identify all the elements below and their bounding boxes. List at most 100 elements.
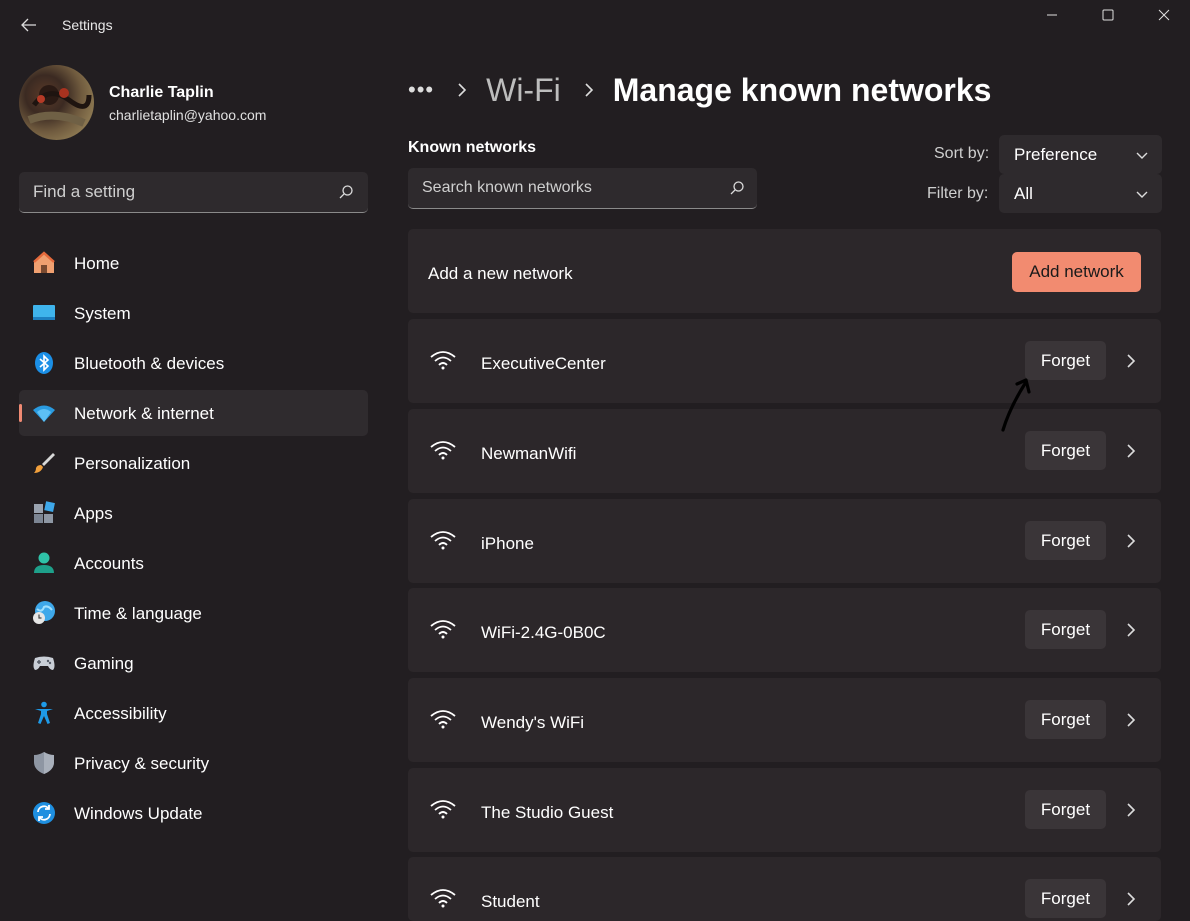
chevron-right-icon[interactable] bbox=[1125, 354, 1137, 368]
known-networks-label: Known networks bbox=[408, 139, 537, 156]
sidebar-item-label: Home bbox=[74, 254, 120, 273]
sidebar-item-label: Apps bbox=[74, 504, 113, 523]
chevron-down-icon bbox=[1136, 152, 1148, 159]
network-row[interactable]: ExecutiveCenter Forget bbox=[408, 319, 1161, 403]
minimize-button[interactable] bbox=[1024, 0, 1080, 30]
chevron-down-icon bbox=[1136, 191, 1148, 198]
annotation-arrow-icon bbox=[1001, 378, 1031, 432]
chevron-right-icon[interactable] bbox=[1125, 534, 1137, 548]
sidebar-item-network[interactable]: Network & internet bbox=[19, 390, 368, 436]
sidebar-item-label: Bluetooth & devices bbox=[74, 354, 225, 373]
sort-by-label: Sort by: bbox=[934, 145, 990, 162]
wifi-icon bbox=[430, 441, 456, 460]
accounts-icon bbox=[34, 552, 54, 573]
title-bar: Settings bbox=[0, 0, 1190, 50]
update-icon bbox=[33, 802, 55, 824]
forget-button[interactable]: Forget bbox=[1025, 610, 1106, 649]
accessibility-icon bbox=[35, 701, 53, 724]
sidebar-item-system[interactable]: System bbox=[19, 290, 368, 336]
system-icon bbox=[33, 305, 55, 320]
known-networks-search-input[interactable] bbox=[408, 168, 757, 208]
network-name: Student bbox=[481, 892, 540, 911]
active-indicator bbox=[19, 404, 22, 422]
time-language-icon bbox=[33, 601, 55, 624]
sidebar-item-accessibility[interactable]: Accessibility bbox=[19, 690, 368, 736]
sidebar-item-label: Network & internet bbox=[74, 404, 214, 423]
minimize-icon bbox=[1047, 14, 1057, 16]
forget-button[interactable]: Forget bbox=[1025, 879, 1106, 918]
profile-email: charlietaplin@yahoo.com bbox=[109, 107, 267, 123]
network-row[interactable]: WiFi-2.4G-0B0C Forget bbox=[408, 588, 1161, 672]
close-icon bbox=[1158, 9, 1170, 21]
wifi-icon bbox=[430, 620, 456, 639]
brush-icon bbox=[34, 453, 55, 473]
network-row[interactable]: Wendy's WiFi Forget bbox=[408, 678, 1161, 762]
shield-icon bbox=[34, 752, 54, 774]
sidebar-item-label: Privacy & security bbox=[74, 754, 210, 773]
network-name: WiFi-2.4G-0B0C bbox=[481, 623, 606, 642]
network-name: iPhone bbox=[481, 534, 534, 553]
chevron-right-icon bbox=[458, 83, 467, 97]
sidebar-item-apps[interactable]: Apps bbox=[19, 490, 368, 536]
sidebar-item-time-language[interactable]: Time & language bbox=[19, 590, 368, 636]
chevron-right-icon[interactable] bbox=[1125, 892, 1137, 906]
network-name: NewmanWifi bbox=[481, 444, 577, 463]
forget-button[interactable]: Forget bbox=[1025, 790, 1106, 829]
wifi-icon bbox=[430, 800, 456, 819]
home-icon bbox=[33, 251, 55, 273]
network-row[interactable]: iPhone Forget bbox=[408, 499, 1161, 583]
close-button[interactable] bbox=[1136, 0, 1190, 30]
sidebar-item-privacy-security[interactable]: Privacy & security bbox=[19, 740, 368, 786]
chevron-right-icon[interactable] bbox=[1125, 444, 1137, 458]
network-row[interactable]: NewmanWifi Forget bbox=[408, 409, 1161, 493]
maximize-icon bbox=[1102, 9, 1114, 21]
sidebar-item-label: Accessibility bbox=[74, 704, 167, 723]
add-network-text: Add a new network bbox=[428, 264, 573, 283]
known-networks-search[interactable] bbox=[408, 168, 757, 209]
forget-button[interactable]: Forget bbox=[1025, 700, 1106, 739]
network-row[interactable]: The Studio Guest Forget bbox=[408, 768, 1161, 852]
avatar bbox=[19, 65, 94, 140]
filter-by-label: Filter by: bbox=[927, 185, 989, 202]
wifi-icon bbox=[430, 710, 456, 729]
settings-search[interactable] bbox=[19, 172, 368, 213]
search-icon[interactable] bbox=[338, 184, 354, 200]
sidebar-item-gaming[interactable]: Gaming bbox=[19, 640, 368, 686]
network-name: ExecutiveCenter bbox=[481, 354, 606, 373]
sidebar-item-personalization[interactable]: Personalization bbox=[19, 440, 368, 486]
bluetooth-icon bbox=[35, 352, 53, 374]
sidebar-item-home[interactable]: Home bbox=[19, 240, 368, 286]
maximize-button[interactable] bbox=[1080, 0, 1136, 30]
breadcrumb-wifi-link[interactable]: Wi-Fi bbox=[486, 72, 561, 109]
wifi-icon bbox=[430, 351, 456, 370]
apps-icon bbox=[34, 501, 55, 523]
sidebar-item-label: Gaming bbox=[74, 654, 134, 673]
user-profile[interactable]: Charlie Taplin charlietaplin@yahoo.com bbox=[19, 65, 369, 141]
gaming-icon bbox=[33, 656, 55, 670]
network-row[interactable]: Student Forget bbox=[408, 857, 1161, 921]
search-input[interactable] bbox=[19, 172, 368, 212]
chevron-right-icon[interactable] bbox=[1125, 803, 1137, 817]
search-icon[interactable] bbox=[729, 180, 745, 196]
chevron-right-icon[interactable] bbox=[1125, 623, 1137, 637]
sidebar-item-windows-update[interactable]: Windows Update bbox=[19, 790, 368, 836]
back-arrow-icon bbox=[21, 18, 36, 32]
network-name: The Studio Guest bbox=[481, 803, 614, 822]
sort-by-dropdown[interactable]: Preference bbox=[999, 135, 1162, 174]
sidebar-item-label: Personalization bbox=[74, 454, 191, 473]
sidebar-item-label: Windows Update bbox=[74, 804, 203, 823]
add-network-button[interactable]: Add network bbox=[1012, 252, 1141, 292]
back-button[interactable] bbox=[14, 10, 44, 40]
add-network-card: Add a new network Add network bbox=[408, 229, 1161, 313]
sidebar-item-accounts[interactable]: Accounts bbox=[19, 540, 368, 586]
sidebar-item-bluetooth[interactable]: Bluetooth & devices bbox=[19, 340, 368, 386]
filter-by-dropdown[interactable]: All bbox=[999, 174, 1162, 213]
breadcrumb-more-button[interactable]: ••• bbox=[408, 77, 434, 103]
breadcrumb: ••• Wi-Fi Manage known networks bbox=[408, 70, 991, 110]
chevron-right-icon[interactable] bbox=[1125, 713, 1137, 727]
wifi-icon bbox=[430, 889, 456, 908]
sidebar-item-label: Time & language bbox=[74, 604, 202, 623]
forget-button[interactable]: Forget bbox=[1025, 521, 1106, 560]
filter-by-value: All bbox=[1014, 184, 1033, 203]
network-name: Wendy's WiFi bbox=[481, 713, 585, 732]
